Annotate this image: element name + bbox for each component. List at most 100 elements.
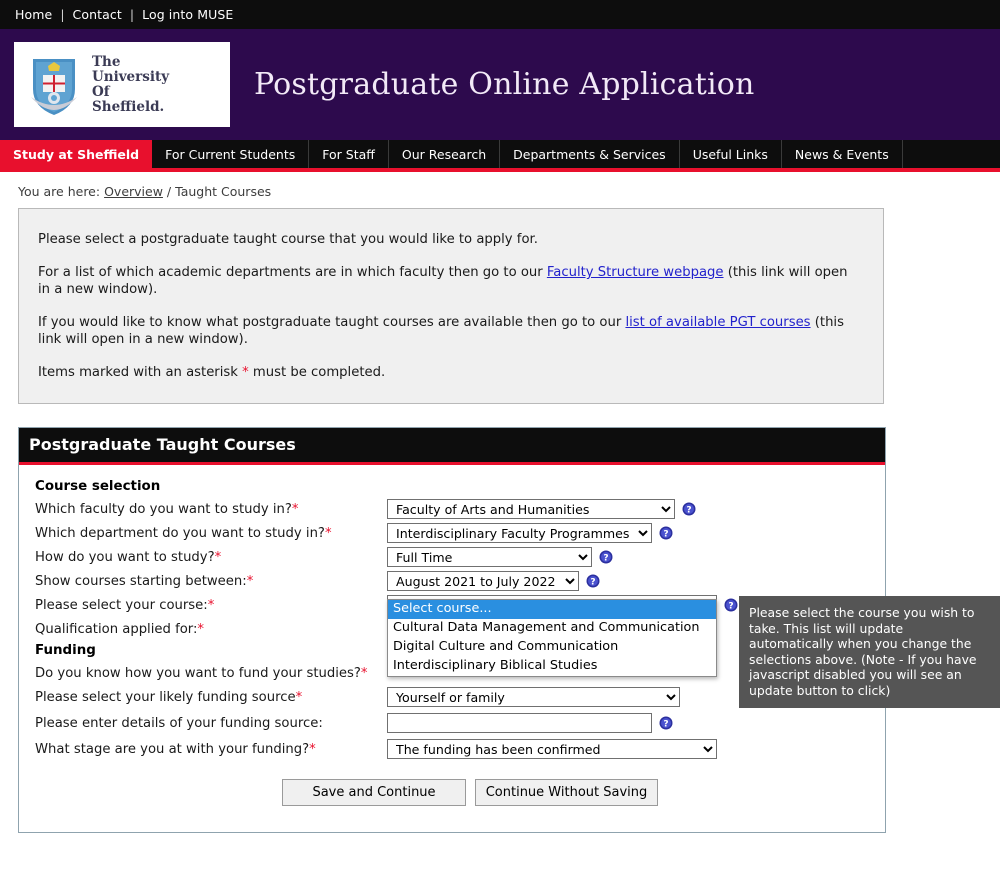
fund-stage-label: What stage are you at with your funding?… [35,742,387,757]
utility-link-contact[interactable]: Contact [73,7,122,22]
nav-item-for-current-students[interactable]: For Current Students [152,140,309,168]
department-label-text: Which department do you want to study in… [35,526,325,541]
svg-text:?: ? [603,554,608,564]
nav-item-our-research[interactable]: Our Research [389,140,500,168]
fund-details-input[interactable] [387,713,652,733]
fund-source-label: Please select your likely funding source… [35,690,387,705]
form-row-study-mode: How do you want to study?* Full Time ? [35,545,885,569]
svg-text:?: ? [663,720,668,730]
course-dropdown-options[interactable]: Select course... Cultural Data Managemen… [387,599,717,677]
course-help-tooltip: Please select the course you wish to tak… [739,596,1000,708]
fund-stage-required-marker: * [309,742,316,757]
course-option-select-course[interactable]: Select course... [388,600,716,619]
study-mode-label-text: How do you want to study? [35,550,215,565]
utility-bar: Home | Contact | Log into MUSE [0,0,1000,29]
fund-details-control: ? [387,713,673,733]
faculty-label: Which faculty do you want to study in?* [35,502,387,517]
course-label-text: Please select your course: [35,598,208,613]
nav-item-for-staff[interactable]: For Staff [309,140,389,168]
fund-source-select[interactable]: Yourself or family [387,687,680,707]
breadcrumb-prefix: You are here: [18,184,100,199]
department-control: Interdisciplinary Faculty Programmes ? [387,523,673,543]
pgt-courses-link[interactable]: list of available PGT courses [625,315,810,330]
help-icon-course[interactable]: ? [724,598,738,612]
svg-text:?: ? [686,506,691,516]
university-wordmark: The University Of Sheffield. [92,55,169,115]
continue-without-saving-button[interactable]: Continue Without Saving [475,779,658,806]
help-icon-faculty[interactable]: ? [682,502,696,516]
fund-stage-select[interactable]: The funding has been confirmed [387,739,717,759]
fund-details-label-text: Please enter details of your funding sou… [35,716,323,731]
asterisk-marker: * [242,365,249,380]
department-select[interactable]: Interdisciplinary Faculty Programmes [387,523,652,543]
department-label: Which department do you want to study in… [35,526,387,541]
logo-line-3: Of [92,85,169,100]
faculty-select[interactable]: Faculty of Arts and Humanities [387,499,675,519]
form-row-fund-stage: What stage are you at with your funding?… [35,737,885,761]
site-banner: The University Of Sheffield. Postgraduat… [0,29,1000,140]
logo-line-4: Sheffield. [92,100,169,115]
intro-p4-after: must be completed. [249,365,385,380]
nav-item-useful-links[interactable]: Useful Links [680,140,782,168]
starting-between-required-marker: * [247,574,254,589]
intro-p3-before: If you would like to know what postgradu… [38,315,625,330]
study-mode-select[interactable]: Full Time [387,547,592,567]
university-logo[interactable]: The University Of Sheffield. [14,42,230,127]
course-option-cultural-data-management[interactable]: Cultural Data Management and Communicati… [388,619,716,638]
course-label: Please select your course:* [35,598,387,613]
help-icon-study-mode[interactable]: ? [599,550,613,564]
form-row-fund-details: Please enter details of your funding sou… [35,709,885,737]
breadcrumb-link-overview[interactable]: Overview [104,184,163,199]
fund-stage-control: The funding has been confirmed [387,739,717,759]
fund-source-control: Yourself or family [387,687,680,707]
study-mode-required-marker: * [215,550,222,565]
breadcrumb-divider: / [167,184,171,199]
starting-between-select[interactable]: August 2021 to July 2022 [387,571,579,591]
course-option-interdisciplinary-biblical-studies[interactable]: Interdisciplinary Biblical Studies [388,657,716,676]
fund-known-label: Do you know how you want to fund your st… [35,666,387,681]
main-navigation: Study at Sheffield For Current Students … [0,140,1000,172]
nav-item-study-at-sheffield[interactable]: Study at Sheffield [0,140,152,168]
nav-item-departments-services[interactable]: Departments & Services [500,140,680,168]
utility-link-muse[interactable]: Log into MUSE [142,7,233,22]
intro-p2-before: For a list of which academic departments… [38,265,547,280]
utility-separator-2: | [130,7,134,22]
svg-text:?: ? [663,530,668,540]
svg-text:?: ? [728,602,733,612]
breadcrumb: You are here: Overview / Taught Courses [0,172,1000,202]
faculty-control: Faculty of Arts and Humanities ? [387,499,696,519]
intro-paragraph-3: If you would like to know what postgradu… [38,314,863,348]
intro-paragraph-4: Items marked with an asterisk * must be … [38,364,863,381]
intro-paragraph-1: Please select a postgraduate taught cour… [38,231,863,248]
save-and-continue-button[interactable]: Save and Continue [282,779,466,806]
form-row-starting-between: Show courses starting between:* August 2… [35,569,885,593]
qualification-label: Qualification applied for:* [35,622,387,637]
intro-panel: Please select a postgraduate taught cour… [18,208,884,404]
nav-item-news-events[interactable]: News & Events [782,140,903,168]
starting-between-label: Show courses starting between:* [35,574,387,589]
svg-text:?: ? [590,578,595,588]
qualification-required-marker: * [197,622,204,637]
logo-line-2: University [92,70,169,85]
department-required-marker: * [325,526,332,541]
help-icon-department[interactable]: ? [659,526,673,540]
fund-source-required-marker: * [296,690,303,705]
form-row-department: Which department do you want to study in… [35,521,885,545]
panel-heading: Postgraduate Taught Courses [19,428,885,465]
help-icon-fund-details[interactable]: ? [659,716,673,730]
course-selection-heading: Course selection [35,479,885,494]
utility-link-home[interactable]: Home [15,7,52,22]
faculty-required-marker: * [292,502,299,517]
fund-source-label-text: Please select your likely funding source [35,690,296,705]
faculty-structure-link[interactable]: Faculty Structure webpage [547,265,724,280]
fund-known-required-marker: * [361,666,368,681]
fund-known-label-text: Do you know how you want to fund your st… [35,666,361,681]
help-icon-starting-between[interactable]: ? [586,574,600,588]
utility-separator-1: | [60,7,64,22]
starting-between-control: August 2021 to July 2022 ? [387,571,600,591]
fund-details-label: Please enter details of your funding sou… [35,716,387,731]
university-crest-icon [28,53,80,117]
form-actions: Save and Continue Continue Without Savin… [282,779,885,806]
course-option-digital-culture[interactable]: Digital Culture and Communication [388,638,716,657]
intro-paragraph-2: For a list of which academic departments… [38,264,863,298]
